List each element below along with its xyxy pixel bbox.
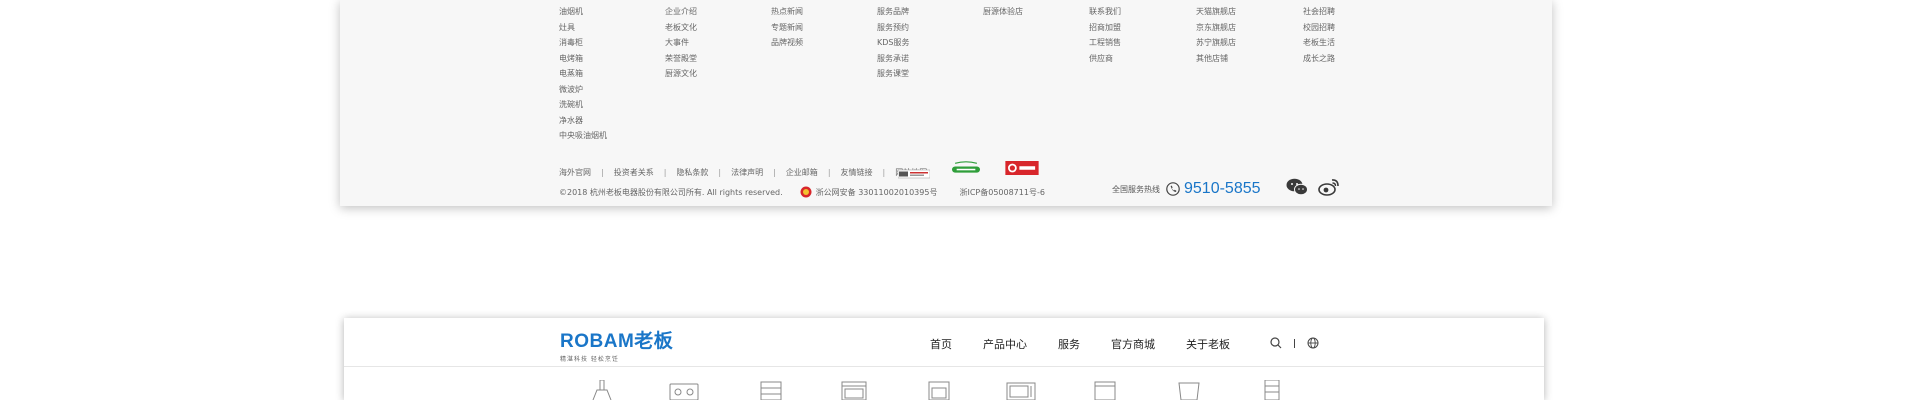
site-footer: 油烟机 灶具 消毒柜 电烤箱 电蒸箱 微波炉 洗碗机 净水器 中央吸油烟机 企业… (340, 0, 1552, 206)
footer-link[interactable]: 老板文化 (665, 20, 697, 36)
service-hotline: 全国服务热线 9510-5855 (1112, 180, 1261, 198)
footer-link[interactable]: 电蒸箱 (559, 66, 607, 82)
gas-hob-icon[interactable] (669, 380, 699, 400)
cnnic-badge-icon[interactable] (898, 167, 930, 181)
icp-link[interactable]: 浙ICP备05008711号-6 (959, 187, 1044, 198)
separator: | (882, 168, 886, 177)
footer-bottom-links: 海外官网| 投资者关系| 隐私条款| 法律声明| 企业邮箱| 友情链接| 网站地… (559, 167, 927, 178)
link-mail[interactable]: 企业邮箱 (786, 167, 818, 178)
footer-column-stores: 天猫旗舰店 京东旗舰店 苏宁旗舰店 其他店铺 (1196, 4, 1236, 66)
site-header: ROBAM老板 精湛科技 轻松烹饪 首页 产品中心 服务 官方商城 关于老板 (344, 318, 1544, 400)
footer-column-careers: 社会招聘 校园招聘 老板生活 成长之路 (1303, 4, 1335, 66)
built-in-oven-icon[interactable] (928, 380, 950, 400)
footer-link[interactable]: 工程销售 (1089, 35, 1121, 51)
hotline-number[interactable]: 9510-5855 (1184, 180, 1261, 198)
range-hood-icon[interactable] (590, 380, 614, 400)
footer-link[interactable]: 灶具 (559, 20, 607, 36)
link-privacy[interactable]: 隐私条款 (676, 167, 708, 178)
link-overseas[interactable]: 海外官网 (559, 167, 591, 178)
footer-link[interactable]: 其他店铺 (1196, 51, 1236, 67)
footer-link[interactable]: 苏宁旗舰店 (1196, 35, 1236, 51)
footer-column-news: 热点新闻 专题新闻 品牌视频 (771, 4, 803, 51)
footer-link[interactable]: 厨源体验店 (983, 4, 1023, 20)
footer-link[interactable]: 企业介绍 (665, 4, 697, 20)
footer-link[interactable]: KDS服务 (877, 35, 909, 51)
footer-link[interactable]: 社会招聘 (1303, 4, 1335, 20)
footer-column-service: 服务品牌 服务预约 KDS服务 服务承诺 服务课堂 (877, 4, 909, 82)
disinfection-cabinet-icon[interactable] (760, 380, 782, 400)
footer-link[interactable]: 荣誉殿堂 (665, 51, 697, 67)
footer-link[interactable]: 热点新闻 (771, 4, 803, 20)
robam-logo[interactable]: ROBAM老板 精湛科技 轻松烹饪 (560, 326, 673, 363)
nav-item-about[interactable]: 关于老板 (1186, 336, 1230, 352)
nav-item-products[interactable]: 产品中心 (983, 336, 1027, 352)
footer-link[interactable]: 服务承诺 (877, 51, 909, 67)
steam-oven-icon[interactable] (841, 380, 867, 400)
footer-link[interactable]: 老板生活 (1303, 35, 1335, 51)
header-tools (1270, 337, 1319, 349)
footer-link[interactable]: 微波炉 (559, 82, 607, 98)
footer-link[interactable]: 品牌视频 (771, 35, 803, 51)
footer-link[interactable]: 京东旗舰店 (1196, 20, 1236, 36)
footer-link[interactable]: 电烤箱 (559, 51, 607, 67)
dishwasher-icon[interactable] (1094, 380, 1116, 400)
separator: | (773, 168, 776, 177)
link-legal[interactable]: 法律声明 (731, 167, 763, 178)
footer-link[interactable]: 校园招聘 (1303, 20, 1335, 36)
footer-link[interactable]: 专题新闻 (771, 20, 803, 36)
footer-link[interactable]: 大事件 (665, 35, 697, 51)
wechat-icon[interactable] (1286, 178, 1308, 196)
nav-item-service[interactable]: 服务 (1058, 336, 1080, 352)
police-record-link[interactable]: 浙公网安备 33011002010395号 (816, 187, 938, 198)
footer-link[interactable]: 服务预约 (877, 20, 909, 36)
footer-link[interactable]: 净水器 (559, 113, 607, 129)
footer-link[interactable]: 招商加盟 (1089, 20, 1121, 36)
separator: | (827, 168, 831, 177)
green-trust-badge-icon[interactable] (946, 161, 986, 175)
footer-link[interactable]: 油烟机 (559, 4, 607, 20)
water-purifier-icon[interactable] (1178, 380, 1200, 400)
tools-divider (1294, 338, 1295, 348)
red-trust-badge-icon[interactable] (1003, 161, 1041, 175)
hotline-label: 全国服务热线 (1112, 184, 1160, 194)
main-nav: 首页 产品中心 服务 官方商城 关于老板 (930, 336, 1261, 352)
nav-item-store[interactable]: 官方商城 (1111, 336, 1155, 352)
separator: | (601, 168, 604, 177)
footer-link[interactable]: 联系我们 (1089, 4, 1121, 20)
footer-link[interactable]: 消毒柜 (559, 35, 607, 51)
footer-column-contact: 联系我们 招商加盟 工程销售 供应商 (1089, 4, 1121, 66)
footer-link[interactable]: 厨源文化 (665, 66, 697, 82)
footer-column-experience: 厨源体验店 (983, 4, 1023, 20)
footer-link[interactable]: 中央吸油烟机 (559, 128, 607, 144)
police-emblem-icon (800, 186, 812, 198)
footer-link[interactable]: 服务课堂 (877, 66, 909, 82)
copyright-row: ©2018 杭州老板电器股份有限公司所有. All rights reserve… (559, 186, 1045, 198)
footer-column-products: 油烟机 灶具 消毒柜 电烤箱 电蒸箱 微波炉 洗碗机 净水器 中央吸油烟机 (559, 4, 607, 144)
footer-column-about: 企业介绍 老板文化 大事件 荣誉殿堂 厨源文化 (665, 4, 697, 82)
footer-link[interactable]: 成长之路 (1303, 51, 1335, 67)
footer-link[interactable]: 服务品牌 (877, 4, 909, 20)
logo-text: ROBAM老板 (560, 331, 674, 352)
globe-icon[interactable] (1307, 337, 1319, 349)
link-friends[interactable]: 友情链接 (841, 167, 873, 178)
footer-link[interactable]: 天猫旗舰店 (1196, 4, 1236, 20)
header-divider (344, 366, 1544, 367)
footer-link[interactable]: 洗碗机 (559, 97, 607, 113)
microwave-icon[interactable] (1006, 380, 1036, 400)
separator: | (663, 168, 667, 177)
nav-item-home[interactable]: 首页 (930, 336, 952, 352)
search-icon[interactable] (1270, 337, 1282, 349)
integrated-stove-icon[interactable] (1263, 380, 1281, 400)
link-investors[interactable]: 投资者关系 (614, 167, 654, 178)
weibo-icon[interactable] (1318, 178, 1340, 196)
copyright-text: ©2018 杭州老板电器股份有限公司所有. All rights reserve… (559, 187, 783, 197)
logo-tagline: 精湛科技 轻松烹饪 (560, 356, 619, 363)
footer-link[interactable]: 供应商 (1089, 51, 1121, 67)
separator: | (718, 168, 722, 177)
phone-icon (1166, 182, 1180, 196)
